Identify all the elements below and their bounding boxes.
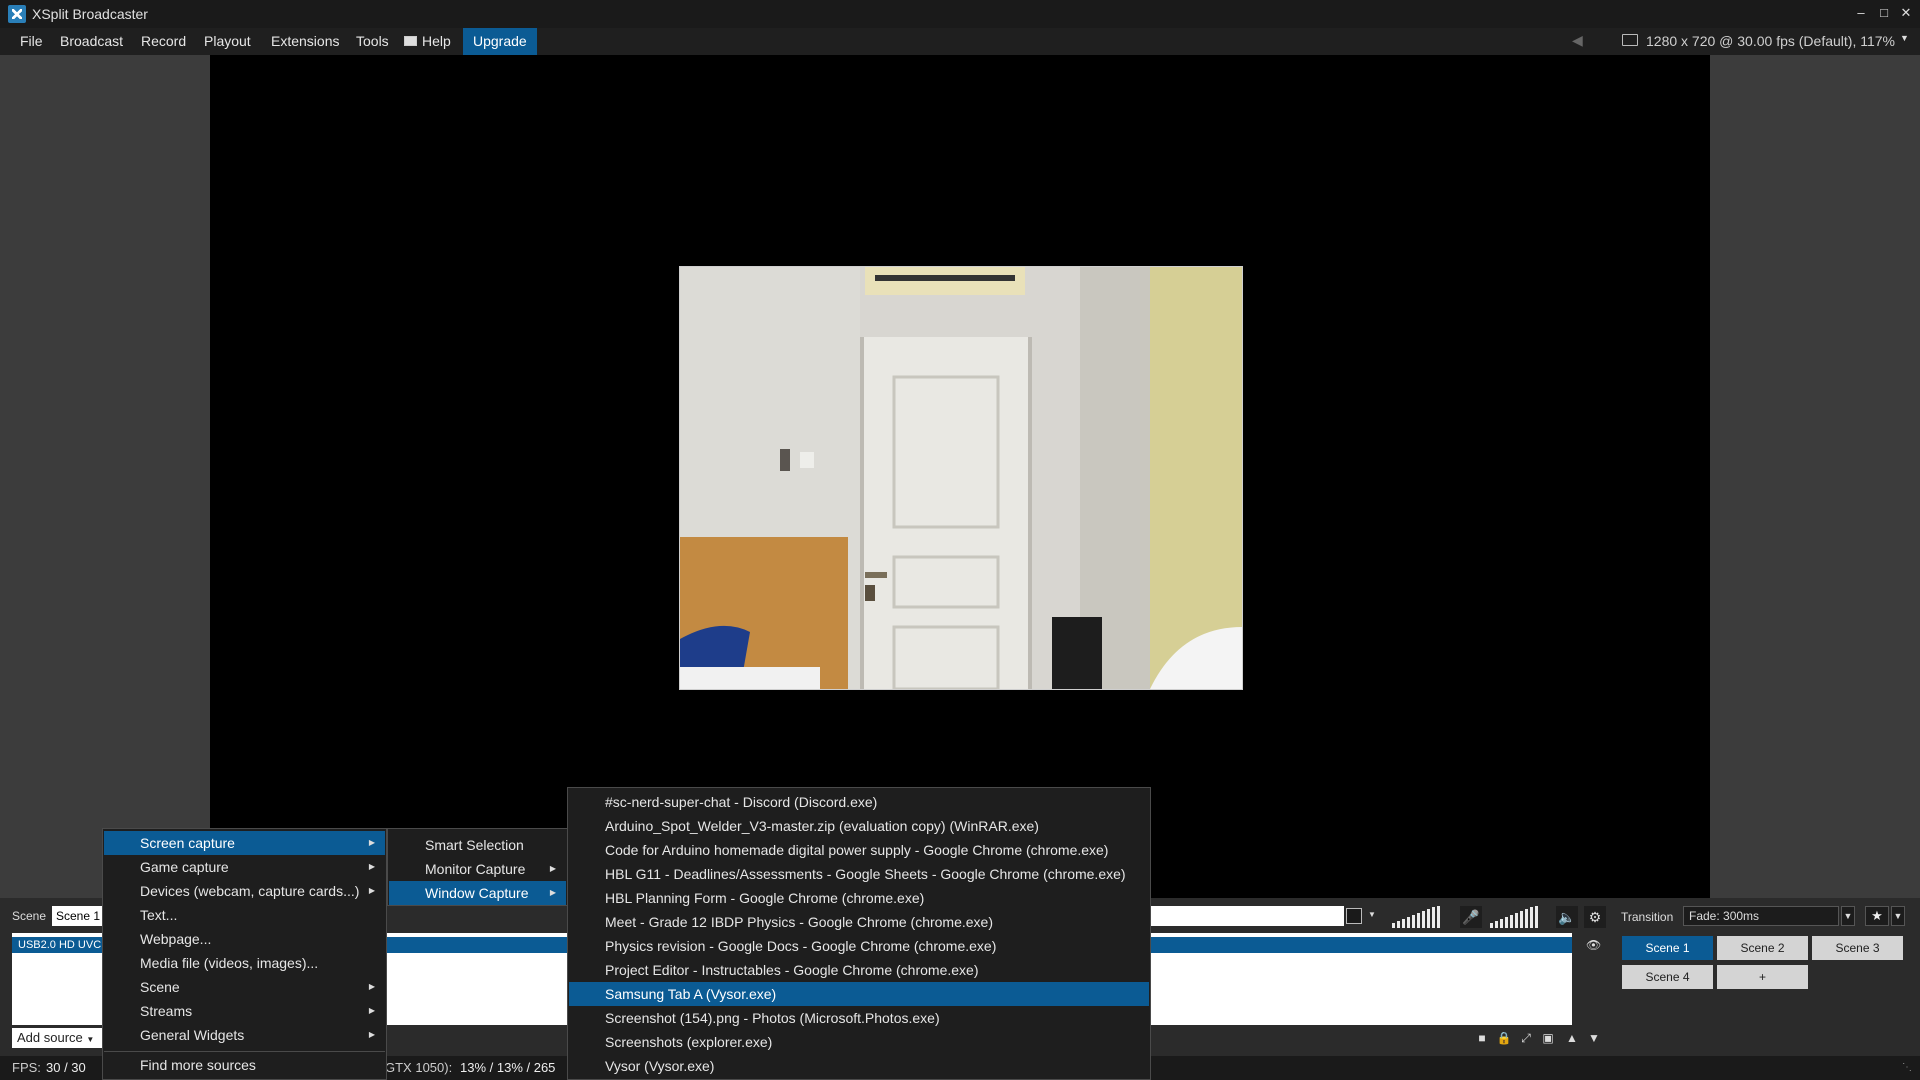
- system-volume-meter[interactable]: [1392, 906, 1452, 928]
- gpu-label: GTX 1050):: [385, 1060, 453, 1075]
- layers-icon[interactable]: [1346, 908, 1362, 924]
- maximize-button[interactable]: □: [1875, 4, 1893, 22]
- submenu-arrow-icon: ▶: [368, 838, 375, 847]
- submenu-arrow-icon: ▶: [368, 886, 375, 895]
- menu-item-window-capture[interactable]: Window Capture ▶: [389, 881, 566, 905]
- submenu-arrow-icon: ▶: [368, 1006, 375, 1015]
- transition-select[interactable]: Fade: 300ms: [1683, 906, 1839, 926]
- folder-icon[interactable]: ■: [1474, 1030, 1490, 1046]
- xsplit-logo-icon: [8, 5, 26, 23]
- menu-item-text[interactable]: Text...: [104, 903, 385, 927]
- window-item-selected[interactable]: Samsung Tab A (Vysor.exe): [569, 982, 1149, 1006]
- mail-icon: [404, 36, 417, 46]
- move-down-icon[interactable]: ▼: [1586, 1030, 1602, 1046]
- window-item[interactable]: #sc-nerd-super-chat - Discord (Discord.e…: [569, 790, 1149, 814]
- monitor-icon: [1622, 34, 1638, 46]
- menu-file[interactable]: File: [20, 28, 43, 55]
- window-item[interactable]: Meet - Grade 12 IBDP Physics - Google Ch…: [569, 910, 1149, 934]
- back-icon[interactable]: ◀: [1572, 32, 1588, 48]
- window-item[interactable]: Code for Arduino homemade digital power …: [569, 838, 1149, 862]
- scene-button-1[interactable]: Scene 1: [1622, 936, 1713, 960]
- fullscreen-icon[interactable]: ⤢: [1518, 1030, 1534, 1046]
- microphone-icon[interactable]: 🎤: [1460, 906, 1482, 928]
- window-item[interactable]: Screenshot (154).png - Photos (Microsoft…: [569, 1006, 1149, 1030]
- chevron-down-icon[interactable]: ▼: [1368, 910, 1376, 919]
- fps-label: FPS:: [12, 1060, 41, 1075]
- window-item[interactable]: Project Editor - Instructables - Google …: [569, 958, 1149, 982]
- window-item[interactable]: Screenshots (explorer.exe): [569, 1030, 1149, 1054]
- submenu-arrow-icon: ▶: [368, 862, 375, 871]
- menu-separator: [104, 1051, 385, 1052]
- source-row-label: USB2.0 HD UVC W: [18, 939, 115, 951]
- window-item[interactable]: HBL Planning Form - Google Chrome (chrom…: [569, 886, 1149, 910]
- menu-item-scene[interactable]: Scene ▶: [104, 975, 385, 999]
- move-up-icon[interactable]: ▲: [1564, 1030, 1580, 1046]
- chevron-down-icon[interactable]: ▼: [1891, 906, 1905, 926]
- menu-item-find-more-sources[interactable]: Find more sources: [104, 1053, 385, 1077]
- transition-label: Transition: [1621, 910, 1674, 924]
- menu-item-monitor-capture[interactable]: Monitor Capture ▶: [389, 857, 566, 881]
- window-item[interactable]: Vysor (Vysor.exe): [569, 1054, 1149, 1078]
- window-capture-menu: #sc-nerd-super-chat - Discord (Discord.e…: [567, 787, 1151, 1080]
- mic-volume-meter[interactable]: [1490, 906, 1550, 928]
- scene-select[interactable]: Scene 1: [52, 906, 102, 926]
- submenu-arrow-icon: ▶: [549, 864, 556, 873]
- fps-value: 30 / 30: [46, 1060, 86, 1075]
- menu-item-devices[interactable]: Devices (webcam, capture cards...) ▶: [104, 879, 385, 903]
- window-item[interactable]: Physics revision - Google Docs - Google …: [569, 934, 1149, 958]
- menu-item-media-file[interactable]: Media file (videos, images)...: [104, 951, 385, 975]
- title-bar: [0, 0, 1920, 28]
- eye-icon[interactable]: 👁: [1586, 938, 1602, 952]
- chevron-down-icon[interactable]: ▼: [1841, 906, 1855, 926]
- source-search-input[interactable]: [1150, 906, 1344, 926]
- menu-item-webpage[interactable]: Webpage...: [104, 927, 385, 951]
- menu-record[interactable]: Record: [141, 28, 186, 55]
- menu-item-smart-selection[interactable]: Smart Selection: [389, 833, 566, 857]
- scene-button-2[interactable]: Scene 2: [1717, 936, 1808, 960]
- add-source-button[interactable]: Add source ▼: [12, 1028, 102, 1048]
- resolution-readout[interactable]: 1280 x 720 @ 30.00 fps (Default), 117%: [1646, 28, 1895, 55]
- gear-icon[interactable]: ⚙: [1584, 906, 1606, 928]
- submenu-arrow-icon: ▶: [368, 982, 375, 991]
- submenu-arrow-icon: ▶: [549, 888, 556, 897]
- lock-icon[interactable]: 🔒: [1496, 1030, 1512, 1046]
- add-source-menu: Screen capture ▶ Game capture ▶ Devices (w…: [102, 828, 387, 1080]
- speaker-icon[interactable]: 🔈: [1556, 906, 1578, 928]
- gpu-value: 13% / 13% / 265: [460, 1060, 556, 1075]
- menu-tools[interactable]: Tools: [356, 28, 389, 55]
- menu-extensions[interactable]: Extensions: [271, 28, 339, 55]
- menu-item-general-widgets[interactable]: General Widgets ▶: [104, 1023, 385, 1047]
- menu-playout[interactable]: Playout: [204, 28, 251, 55]
- submenu-arrow-icon: ▶: [368, 1030, 375, 1039]
- webcam-feed[interactable]: [679, 266, 1243, 690]
- webcam-image: [680, 267, 1242, 689]
- star-icon[interactable]: ★: [1865, 906, 1889, 926]
- add-scene-button[interactable]: +: [1717, 965, 1808, 989]
- screen-capture-menu: Smart Selection Monitor Capture ▶ Window …: [387, 828, 568, 906]
- window-title: XSplit Broadcaster: [32, 6, 148, 22]
- menu-item-streams[interactable]: Streams ▶: [104, 999, 385, 1023]
- menu-item-screen-capture[interactable]: Screen capture ▶: [104, 831, 385, 855]
- chevron-down-icon[interactable]: ▼: [1900, 33, 1909, 43]
- scene-label: Scene: [12, 909, 47, 923]
- window-item[interactable]: HBL G11 - Deadlines/Assessments - Google…: [569, 862, 1149, 886]
- menu-broadcast[interactable]: Broadcast: [60, 28, 123, 55]
- resize-grip-icon[interactable]: ⋱: [1902, 1062, 1912, 1073]
- chevron-down-icon: ▼: [86, 1035, 95, 1044]
- scene-button-4[interactable]: Scene 4: [1622, 965, 1713, 989]
- menu-item-game-capture[interactable]: Game capture ▶: [104, 855, 385, 879]
- close-button[interactable]: ✕: [1897, 4, 1915, 22]
- window-item[interactable]: Arduino_Spot_Welder_V3-master.zip (evalu…: [569, 814, 1149, 838]
- menu-upgrade[interactable]: Upgrade: [463, 28, 537, 55]
- minimize-button[interactable]: –: [1852, 4, 1870, 22]
- add-source-label: Add source: [17, 1030, 83, 1045]
- menu-help[interactable]: Help: [422, 28, 451, 55]
- scene-button-3[interactable]: Scene 3: [1812, 936, 1903, 960]
- projector-icon[interactable]: ▣: [1540, 1030, 1556, 1046]
